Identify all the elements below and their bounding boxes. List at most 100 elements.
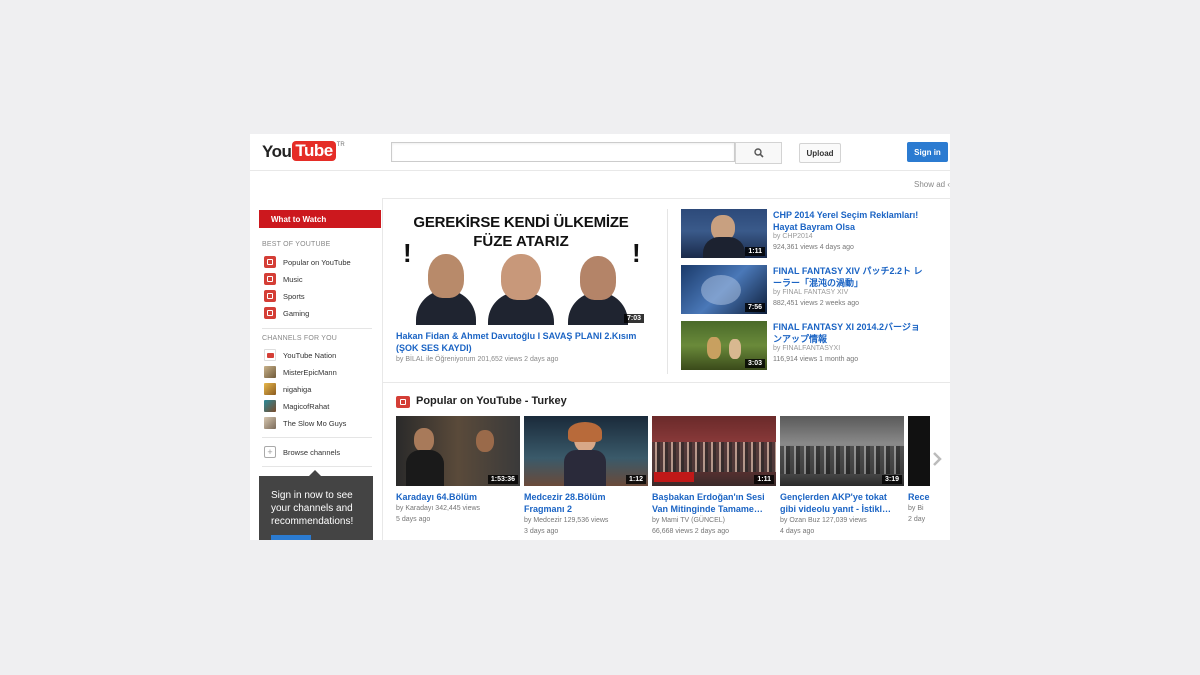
side-video-item[interactable]: 3:03 FINAL FANTASY XI 2014.2バージョ ンアップ情報 …: [681, 321, 950, 371]
shelf-video-date: 3 days ago: [524, 528, 559, 535]
divider: [262, 466, 372, 467]
video-duration: 3:19: [881, 475, 902, 484]
guide-item-sports[interactable]: Sports: [264, 289, 305, 303]
featured-video-thumbnail[interactable]: GEREKİRSE KENDİ ÜLKEMİZE FÜZE ATARIZ ! !…: [396, 210, 646, 325]
side-video-title[interactable]: CHP 2014 Yerel Seçim Reklamları! Hayat B…: [773, 209, 923, 233]
shelf-video-title[interactable]: Rece: [908, 491, 930, 503]
shelf-video-date: 5 days ago: [396, 516, 431, 523]
upload-button[interactable]: Upload: [799, 143, 841, 163]
guide-item-popular[interactable]: Popular on YouTube: [264, 255, 351, 269]
video-duration: 7:56: [744, 303, 765, 312]
guide-channel-mister-epic-mann[interactable]: MisterEpicMann: [264, 365, 337, 379]
promo-sign-in-button[interactable]: [271, 535, 311, 540]
guide-item-label: YouTube Nation: [283, 350, 337, 360]
popular-icon: [396, 396, 410, 408]
shelf-video-thumbnail[interactable]: 1:12: [524, 416, 648, 486]
add-circle-icon: +: [264, 446, 276, 458]
shelf-video-date: 66,668 views 2 days ago: [652, 528, 730, 535]
video-duration: 1:11: [745, 247, 765, 256]
search-icon: [753, 148, 764, 158]
youtube-logo[interactable]: You Tube TR: [262, 141, 345, 163]
guide-channel-youtube-nation[interactable]: YouTube Nation: [264, 348, 336, 362]
slow-mo-guys-avatar: [264, 417, 276, 429]
shelf-video-item[interactable]: 1:53:36 Karadayı 64.Bölüm by Karadayı 34…: [396, 416, 520, 525]
shelf-video-thumbnail[interactable]: [908, 416, 930, 486]
shelf-video-title[interactable]: Gençlerden AKP'ye tokat gibi videolu yan…: [780, 491, 904, 515]
search-input[interactable]: [391, 142, 735, 162]
youtube-nation-avatar: [264, 349, 276, 361]
guide-channel-nigahiga[interactable]: nigahiga: [264, 382, 311, 396]
magic-of-rahat-avatar: [264, 400, 276, 412]
side-video-channel[interactable]: by CHP2014: [773, 233, 813, 240]
guide-item-label: nigahiga: [283, 384, 312, 394]
thumbnail-headline-2: FÜZE ATARIZ: [473, 233, 569, 250]
video-duration: 7:03: [623, 314, 644, 323]
person-2-head: [501, 254, 541, 300]
logo-tube-text: Tube: [292, 141, 336, 161]
guide-item-gaming[interactable]: Gaming: [264, 306, 309, 320]
shelf-video-thumbnail[interactable]: 1:53:36: [396, 416, 520, 486]
side-video-meta: 882,451 views 2 weeks ago: [773, 300, 859, 307]
side-video-thumbnail[interactable]: 3:03: [681, 321, 767, 370]
gaming-icon: [264, 307, 276, 319]
side-video-thumbnail[interactable]: 1:11: [681, 209, 767, 258]
main-content: GEREKİRSE KENDİ ÜLKEMİZE FÜZE ATARIZ ! !…: [383, 198, 950, 540]
shelf-video-item[interactable]: 3:19 Gençlerden AKP'ye tokat gibi videol…: [780, 416, 904, 537]
shelf-video-date: 4 days ago: [780, 528, 815, 535]
side-video-channel[interactable]: by FINALFANTASYXI: [773, 345, 840, 352]
shelf-next-arrow-icon[interactable]: [932, 451, 942, 470]
person-1-head: [428, 254, 464, 298]
side-video-title[interactable]: FINAL FANTASY XI 2014.2バージョ ンアップ情報: [773, 321, 923, 345]
side-video-thumbnail[interactable]: 7:56: [681, 265, 767, 314]
search-button[interactable]: [735, 142, 782, 164]
guide-item-music[interactable]: Music: [264, 272, 303, 286]
shelf-video-thumbnail[interactable]: 3:19: [780, 416, 904, 486]
browse-channels-link[interactable]: + Browse channels: [264, 445, 340, 459]
popular-icon: [264, 256, 276, 268]
guide-item-label: Popular on YouTube: [283, 257, 351, 267]
popular-shelf-title[interactable]: Popular on YouTube - Turkey: [416, 395, 567, 407]
featured-video-title[interactable]: Hakan Fidan & Ahmet Davutoğlu I SAVAŞ PL…: [396, 330, 651, 354]
divider: [262, 437, 372, 438]
guide-item-label: MisterEpicMann: [283, 367, 337, 377]
guide-sidebar: What to Watch BEST OF YOUTUBE Popular on…: [250, 198, 383, 540]
guide-item-label: Sports: [283, 291, 305, 301]
exclamation-mark: !: [403, 238, 412, 268]
guide-item-label: The Slow Mo Guys: [283, 418, 347, 428]
shelf-video-title[interactable]: Karadayı 64.Bölüm: [396, 491, 520, 503]
video-duration: 1:12: [625, 475, 646, 484]
sports-icon: [264, 290, 276, 302]
video-duration: 1:53:36: [487, 475, 518, 484]
divider: [667, 209, 668, 374]
logo-region: TR: [336, 142, 345, 148]
shelf-video-title[interactable]: Başbakan Erdoğan'ın Sesi Van Mitinginde …: [652, 491, 776, 515]
thumbnail-headline-1: GEREKİRSE KENDİ ÜLKEMİZE: [413, 214, 629, 231]
side-video-item[interactable]: 1:11 CHP 2014 Yerel Seçim Reklamları! Ha…: [681, 209, 950, 259]
shelf-video-item[interactable]: 1:11 Başbakan Erdoğan'ın Sesi Van Miting…: [652, 416, 776, 537]
shelf-video-meta: by Bi: [908, 505, 924, 512]
side-video-meta: 924,361 views 4 days ago: [773, 244, 854, 251]
shelf-video-title[interactable]: Medcezir 28.Bölüm Fragmanı 2: [524, 491, 648, 515]
side-video-title[interactable]: FINAL FANTASY XIV パッチ2.2ト レーラー「混沌の渦動」: [773, 265, 923, 289]
masthead: You Tube TR Upload Sign in: [250, 134, 950, 171]
shelf-video-thumbnail[interactable]: 1:11: [652, 416, 776, 486]
channels-for-you-title: CHANNELS FOR YOU: [262, 335, 338, 342]
divider: [262, 328, 372, 329]
person-3-head: [580, 256, 616, 300]
logo-you-text: You: [262, 142, 292, 161]
side-video-channel[interactable]: by FINAL FANTASY XIV: [773, 289, 848, 296]
sign-in-button[interactable]: Sign in: [907, 142, 948, 162]
shelf-video-date: 2 day: [908, 516, 926, 523]
show-ad-link[interactable]: Show ad ‹: [914, 180, 950, 189]
shelf-video-item[interactable]: 1:12 Medcezir 28.Bölüm Fragmanı 2 by Med…: [524, 416, 648, 537]
side-video-meta: 116,914 views 1 month ago: [773, 356, 859, 363]
side-video-item[interactable]: 7:56 FINAL FANTASY XIV パッチ2.2ト レーラー「混沌の渦…: [681, 265, 950, 315]
guide-channel-magic-of-rahat[interactable]: MagicofRahat: [264, 399, 329, 413]
shelf-video-item[interactable]: Rece by Bi 2 day: [908, 416, 930, 525]
shelf-video-meta: by Karadayı 342,445 views: [396, 505, 481, 512]
guide-channel-slow-mo-guys[interactable]: The Slow Mo Guys: [264, 416, 346, 430]
video-duration: 1:11: [754, 475, 774, 484]
guide-what-to-watch[interactable]: What to Watch: [259, 210, 381, 228]
video-duration: 3:03: [744, 359, 765, 368]
guide-item-label: MagicofRahat: [283, 401, 330, 411]
